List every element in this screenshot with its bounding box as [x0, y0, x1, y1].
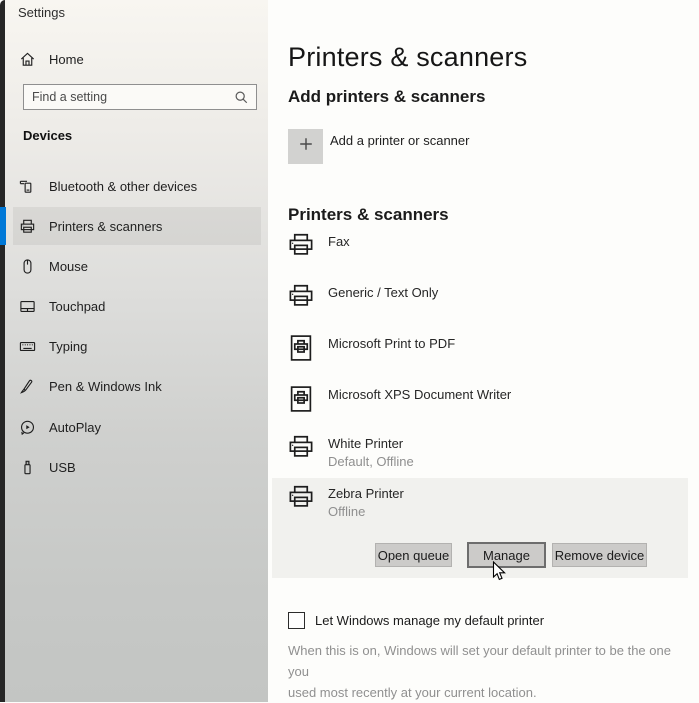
printer-name: Microsoft XPS Document Writer	[328, 387, 511, 402]
description-line: used most recently at your current locat…	[288, 682, 683, 703]
selected-item-accent-bar	[0, 207, 6, 245]
default-printer-checkbox-label[interactable]: Let Windows manage my default printer	[315, 613, 544, 628]
printer-name: Fax	[328, 234, 350, 249]
printer-name: Zebra Printer	[328, 486, 404, 501]
document-printer-icon	[286, 384, 316, 414]
printer-row-white[interactable]: White Printer Default, Offline	[286, 433, 686, 469]
search-icon[interactable]	[234, 90, 249, 105]
printer-row-fax[interactable]: Fax	[286, 231, 686, 261]
sidebar-item-printers[interactable]: Printers & scanners	[13, 207, 261, 245]
page-title: Printers & scanners	[288, 42, 527, 73]
window-title: Settings	[18, 5, 65, 20]
add-printer-label[interactable]: Add a printer or scanner	[330, 133, 469, 148]
sidebar-item-label: Touchpad	[49, 299, 105, 314]
printer-row-generic[interactable]: Generic / Text Only	[286, 282, 686, 312]
sidebar-item-pen[interactable]: Pen & Windows Ink	[13, 367, 261, 405]
default-printer-description: When this is on, Windows will set your d…	[288, 640, 683, 703]
sidebar-item-typing[interactable]: Typing	[13, 327, 261, 365]
manage-button[interactable]: Manage	[467, 542, 546, 568]
touchpad-icon	[18, 297, 36, 315]
autoplay-icon	[18, 418, 36, 436]
sidebar-item-label: Typing	[49, 339, 87, 354]
search-box	[23, 84, 257, 110]
pen-icon	[18, 377, 36, 395]
add-printer-button[interactable]	[288, 129, 323, 164]
printer-icon	[286, 433, 316, 463]
sidebar: Settings Home Devices Bluetooth & other …	[5, 0, 268, 702]
plus-icon	[298, 136, 314, 157]
sidebar-item-usb[interactable]: USB	[13, 448, 261, 486]
printer-status: Offline	[328, 504, 404, 519]
printer-icon	[286, 282, 316, 312]
printer-name: White Printer	[328, 436, 414, 451]
printer-icon	[286, 231, 316, 261]
search-input[interactable]	[32, 86, 227, 108]
sidebar-item-label: Bluetooth & other devices	[49, 179, 197, 194]
main-content: Printers & scanners Add printers & scann…	[268, 0, 699, 702]
sidebar-item-label: Pen & Windows Ink	[49, 379, 162, 394]
default-printer-checkbox[interactable]	[288, 612, 305, 629]
mouse-icon	[18, 257, 36, 275]
usb-icon	[18, 458, 36, 476]
printer-row-zebra[interactable]: Zebra Printer Offline	[286, 483, 686, 519]
default-printer-row: Let Windows manage my default printer	[288, 612, 544, 629]
sidebar-item-home[interactable]: Home	[13, 40, 261, 78]
sidebar-item-touchpad[interactable]: Touchpad	[13, 287, 261, 325]
printer-name: Microsoft Print to PDF	[328, 336, 455, 351]
sidebar-item-label: Home	[49, 52, 84, 67]
window-edge	[0, 0, 5, 702]
home-icon	[18, 50, 36, 68]
sidebar-item-mouse[interactable]: Mouse	[13, 247, 261, 285]
sidebar-item-label: Printers & scanners	[49, 219, 162, 234]
sidebar-item-label: USB	[49, 460, 76, 475]
description-line: When this is on, Windows will set your d…	[288, 640, 683, 682]
open-queue-button[interactable]: Open queue	[375, 543, 452, 567]
settings-window: Settings Home Devices Bluetooth & other …	[0, 0, 699, 702]
printer-icon	[18, 217, 36, 235]
printer-status: Default, Offline	[328, 454, 414, 469]
sidebar-item-label: Mouse	[49, 259, 88, 274]
printer-icon	[286, 483, 316, 513]
typing-icon	[18, 337, 36, 355]
printer-name: Generic / Text Only	[328, 285, 438, 300]
sidebar-item-bluetooth[interactable]: Bluetooth & other devices	[13, 167, 261, 205]
sidebar-item-autoplay[interactable]: AutoPlay	[13, 408, 261, 446]
sidebar-section-devices: Devices	[23, 128, 72, 143]
document-printer-icon	[286, 333, 316, 363]
sidebar-item-label: AutoPlay	[49, 420, 101, 435]
printer-row-xps[interactable]: Microsoft XPS Document Writer	[286, 384, 686, 414]
bluetooth-devices-icon	[18, 177, 36, 195]
add-printers-heading: Add printers & scanners	[288, 87, 485, 107]
printer-row-pdf[interactable]: Microsoft Print to PDF	[286, 333, 686, 363]
printers-list-heading: Printers & scanners	[288, 205, 449, 225]
remove-device-button[interactable]: Remove device	[552, 543, 647, 567]
